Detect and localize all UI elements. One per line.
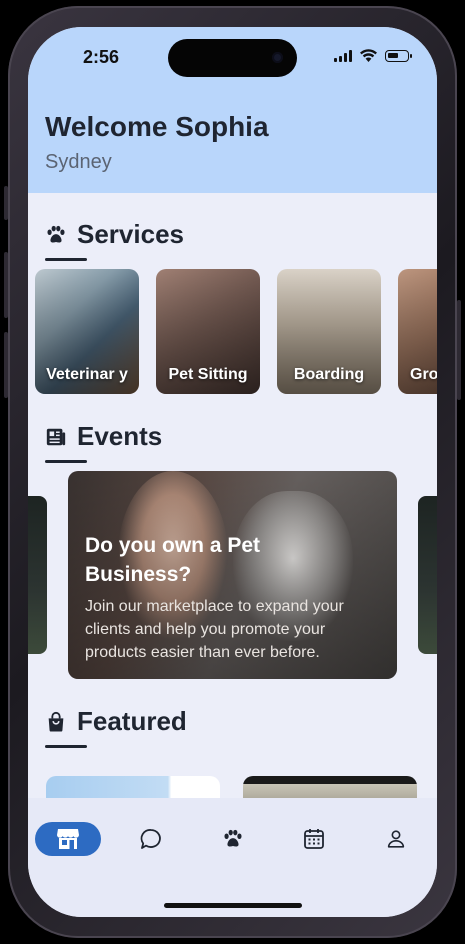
service-label: Gro — [410, 366, 437, 383]
status-icons — [334, 49, 412, 62]
volume-up-button — [4, 252, 8, 318]
service-label: Pet Sitting — [168, 366, 248, 383]
service-card-grooming[interactable]: Gro — [398, 269, 437, 394]
bottom-tab-bar — [28, 798, 437, 917]
events-header: Events — [45, 421, 162, 452]
paw-icon — [47, 225, 65, 242]
services-title: Services — [77, 219, 184, 249]
tab-pets[interactable] — [213, 822, 253, 856]
tab-profile[interactable] — [376, 822, 416, 856]
featured-underline — [45, 745, 87, 748]
newspaper-icon — [46, 428, 66, 445]
chat-icon — [140, 829, 161, 849]
shopping-bag-icon — [48, 711, 64, 732]
paw-icon — [224, 829, 242, 847]
event-card-next[interactable] — [418, 496, 437, 654]
events-title: Events — [77, 421, 163, 451]
service-card-veterinary[interactable]: Veterinar y — [35, 269, 139, 394]
services-header: Services — [45, 219, 184, 250]
service-card-pet-sitting[interactable]: Pet Sitting — [156, 269, 260, 394]
featured-header: Featured — [45, 706, 187, 737]
home-indicator[interactable] — [164, 903, 302, 908]
action-button — [4, 186, 8, 220]
status-time: 2:56 — [83, 47, 120, 67]
featured-title: Featured — [77, 706, 187, 736]
services-underline — [45, 258, 87, 261]
tab-chat[interactable] — [131, 822, 171, 856]
location-text: Sydney — [45, 151, 112, 173]
event-card[interactable]: Do you own a Pet Business? Join our mark… — [68, 471, 397, 679]
app-screen: 2:56 Welcome Sophia Sydney Services Vete… — [28, 27, 437, 917]
service-label: Boarding — [293, 366, 365, 383]
welcome-heading: Welcome Sophia — [45, 111, 269, 142]
power-button — [457, 300, 461, 400]
dynamic-island — [168, 39, 297, 77]
tab-calendar[interactable] — [294, 822, 334, 856]
service-card-boarding[interactable]: Boarding — [277, 269, 381, 394]
event-card-previous[interactable] — [28, 496, 47, 654]
cellular-signal-icon — [334, 49, 352, 62]
volume-down-button — [4, 332, 8, 398]
user-icon — [387, 830, 405, 848]
battery-icon — [385, 49, 412, 62]
tab-store[interactable] — [35, 822, 101, 856]
event-description: Join our marketplace to expand your clie… — [85, 598, 344, 661]
wifi-icon — [360, 49, 377, 62]
event-title: Do you own a Pet Business? — [85, 534, 261, 586]
service-label: Veterinar y — [46, 366, 128, 383]
events-underline — [45, 460, 87, 463]
calendar-icon — [304, 829, 324, 849]
store-icon — [57, 829, 79, 849]
header: 2:56 Welcome Sophia Sydney — [28, 27, 437, 193]
